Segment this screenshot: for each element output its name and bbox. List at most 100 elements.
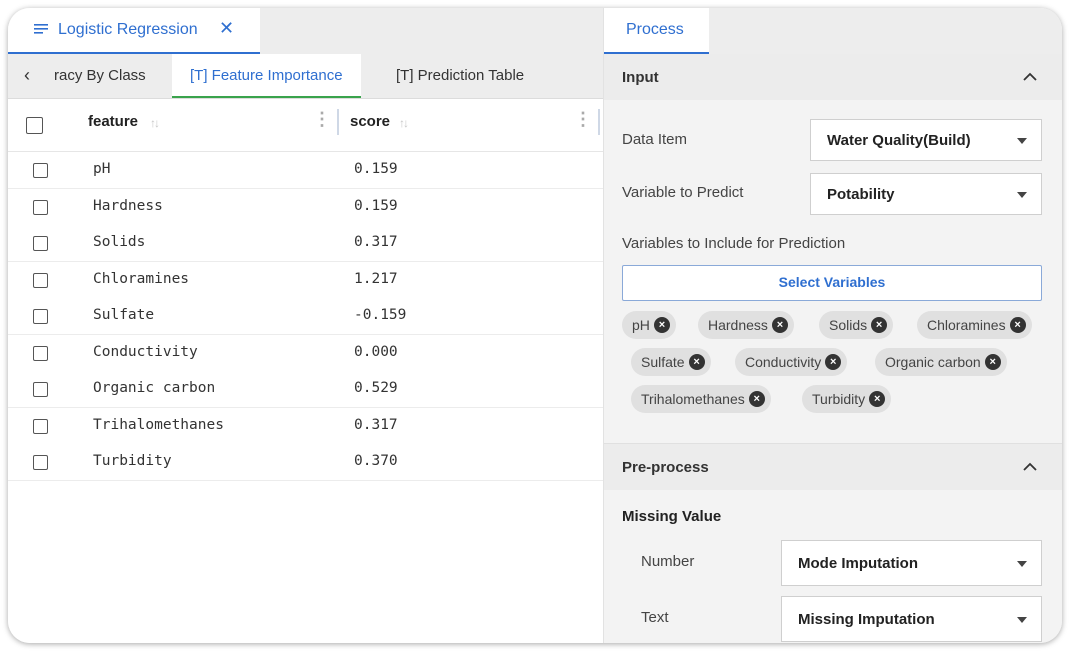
tab-prediction-table[interactable]: [T] Prediction Table <box>396 54 524 98</box>
section-title: Pre-process <box>622 459 709 476</box>
variable-to-predict-select[interactable]: Potability <box>810 173 1042 215</box>
remove-icon[interactable]: × <box>871 317 888 333</box>
row-checkbox[interactable] <box>33 309 48 324</box>
row-checkbox[interactable] <box>33 236 48 251</box>
table-row[interactable]: Turbidity 0.370 <box>8 444 603 481</box>
table-row[interactable]: Conductivity 0.000 <box>8 335 603 372</box>
chevron-left-icon[interactable]: ‹ <box>24 65 30 86</box>
chip-solids[interactable]: Solids × <box>819 311 894 339</box>
chip-hardness[interactable]: Hardness × <box>698 311 794 339</box>
caret-down-icon <box>1017 561 1027 567</box>
select-value: Missing Imputation <box>798 611 935 628</box>
row-checkbox[interactable] <box>33 273 48 288</box>
caret-down-icon <box>1017 617 1027 623</box>
text-imputation-select[interactable]: Missing Imputation <box>781 596 1042 642</box>
feature-cell: Hardness <box>93 198 163 214</box>
remove-icon[interactable]: × <box>825 354 842 370</box>
select-value: Mode Imputation <box>798 555 918 572</box>
chip-sulfate[interactable]: Sulfate × <box>631 348 711 376</box>
chip-label: Turbidity <box>812 391 866 407</box>
score-cell: 0.370 <box>354 453 398 469</box>
remove-icon[interactable]: × <box>653 317 670 333</box>
caret-down-icon <box>1017 192 1027 198</box>
chip-chloramines[interactable]: Chloramines × <box>917 311 1032 339</box>
select-all-checkbox[interactable] <box>26 117 43 134</box>
chip-ph[interactable]: pH × <box>622 311 676 339</box>
row-checkbox[interactable] <box>33 455 48 470</box>
chip-conductivity[interactable]: Conductivity × <box>735 348 848 376</box>
feature-cell: Chloramines <box>93 271 190 287</box>
feature-cell: Turbidity <box>93 453 172 469</box>
row-checkbox[interactable] <box>33 346 48 361</box>
data-item-label: Data Item <box>622 131 688 148</box>
chip-label: Chloramines <box>927 317 1006 333</box>
variables-include-label: Variables to Include for Prediction <box>622 235 846 252</box>
column-header-feature[interactable]: feature <box>88 113 138 130</box>
feature-cell: Trihalomethanes <box>93 417 224 433</box>
app-window: Logistic Regression ✕ ‹ racy By Class [T… <box>8 8 1062 643</box>
feature-cell: Conductivity <box>93 344 198 360</box>
close-icon[interactable]: ✕ <box>219 18 234 39</box>
caret-down-icon <box>1017 138 1027 144</box>
chip-turbidity[interactable]: Turbidity × <box>802 385 892 413</box>
tab-title: Logistic Regression <box>58 21 198 38</box>
row-checkbox[interactable] <box>33 382 48 397</box>
preprocess-section-header[interactable]: Pre-process <box>604 443 1062 490</box>
chip-trihalomethanes[interactable]: Trihalomethanes × <box>631 385 771 413</box>
column-resize-handle[interactable] <box>598 109 600 135</box>
feature-cell: Solids <box>93 234 146 250</box>
data-item-select[interactable]: Water Quality(Build) <box>810 119 1042 161</box>
select-variables-button[interactable]: Select Variables <box>622 265 1042 301</box>
chip-label: Organic carbon <box>885 354 981 370</box>
column-menu-icon[interactable]: ⋮ <box>574 109 592 130</box>
tab-feature-importance[interactable]: [T] Feature Importance <box>172 54 361 98</box>
table-row[interactable]: Sulfate -0.159 <box>8 298 603 335</box>
table-row[interactable]: Organic carbon 0.529 <box>8 371 603 408</box>
column-menu-icon[interactable]: ⋮ <box>313 109 331 130</box>
remove-icon[interactable]: × <box>688 354 705 370</box>
result-tab-bar: ‹ racy By Class [T] Feature Importance [… <box>8 54 603 99</box>
tab-label: Process <box>626 21 684 38</box>
remove-icon[interactable]: × <box>1009 317 1026 333</box>
process-tab-bar: Process <box>604 8 1062 54</box>
column-resize-handle[interactable] <box>337 109 339 135</box>
column-header-score[interactable]: score <box>350 113 390 130</box>
chevron-up-icon[interactable] <box>1023 72 1037 82</box>
chip-label: pH <box>632 317 650 333</box>
tab-process[interactable]: Process <box>604 8 709 54</box>
input-section-header[interactable]: Input <box>604 54 1062 100</box>
score-cell: 0.159 <box>354 198 398 214</box>
sort-icon[interactable]: ↑↓ <box>399 116 409 130</box>
row-checkbox[interactable] <box>33 200 48 215</box>
table-row[interactable]: Hardness 0.159 <box>8 189 603 226</box>
chevron-up-icon[interactable] <box>1023 462 1037 472</box>
row-checkbox[interactable] <box>33 163 48 178</box>
list-icon <box>34 24 48 34</box>
table-row[interactable]: Chloramines 1.217 <box>8 262 603 299</box>
chip-organic-carbon[interactable]: Organic carbon × <box>875 348 1007 376</box>
variable-to-predict-label: Variable to Predict <box>622 184 744 201</box>
remove-icon[interactable]: × <box>771 317 788 333</box>
score-cell: -0.159 <box>354 307 407 323</box>
table-row[interactable]: Trihalomethanes 0.317 <box>8 408 603 445</box>
tab-label: racy By Class <box>54 67 146 84</box>
score-cell: 0.000 <box>354 344 398 360</box>
score-cell: 0.529 <box>354 380 398 396</box>
section-title: Input <box>622 69 659 86</box>
chip-label: Solids <box>829 317 868 333</box>
remove-icon[interactable]: × <box>984 354 1001 370</box>
number-imputation-select[interactable]: Mode Imputation <box>781 540 1042 586</box>
tab-logistic-regression[interactable]: Logistic Regression ✕ <box>8 8 260 54</box>
remove-icon[interactable]: × <box>869 391 886 407</box>
feature-cell: Organic carbon <box>93 380 216 396</box>
row-checkbox[interactable] <box>33 419 48 434</box>
tab-accuracy-by-class[interactable]: racy By Class <box>54 54 146 98</box>
remove-icon[interactable]: × <box>748 391 765 407</box>
sort-icon[interactable]: ↑↓ <box>150 116 160 130</box>
grid-header: feature ↑↓ ⋮ score ↑↓ ⋮ <box>8 99 603 152</box>
table-row[interactable]: Solids 0.317 <box>8 225 603 262</box>
table-row[interactable]: pH 0.159 <box>8 152 603 189</box>
feature-cell: pH <box>93 161 111 177</box>
select-value: Potability <box>827 186 895 203</box>
tab-label: [T] Prediction Table <box>396 67 525 84</box>
